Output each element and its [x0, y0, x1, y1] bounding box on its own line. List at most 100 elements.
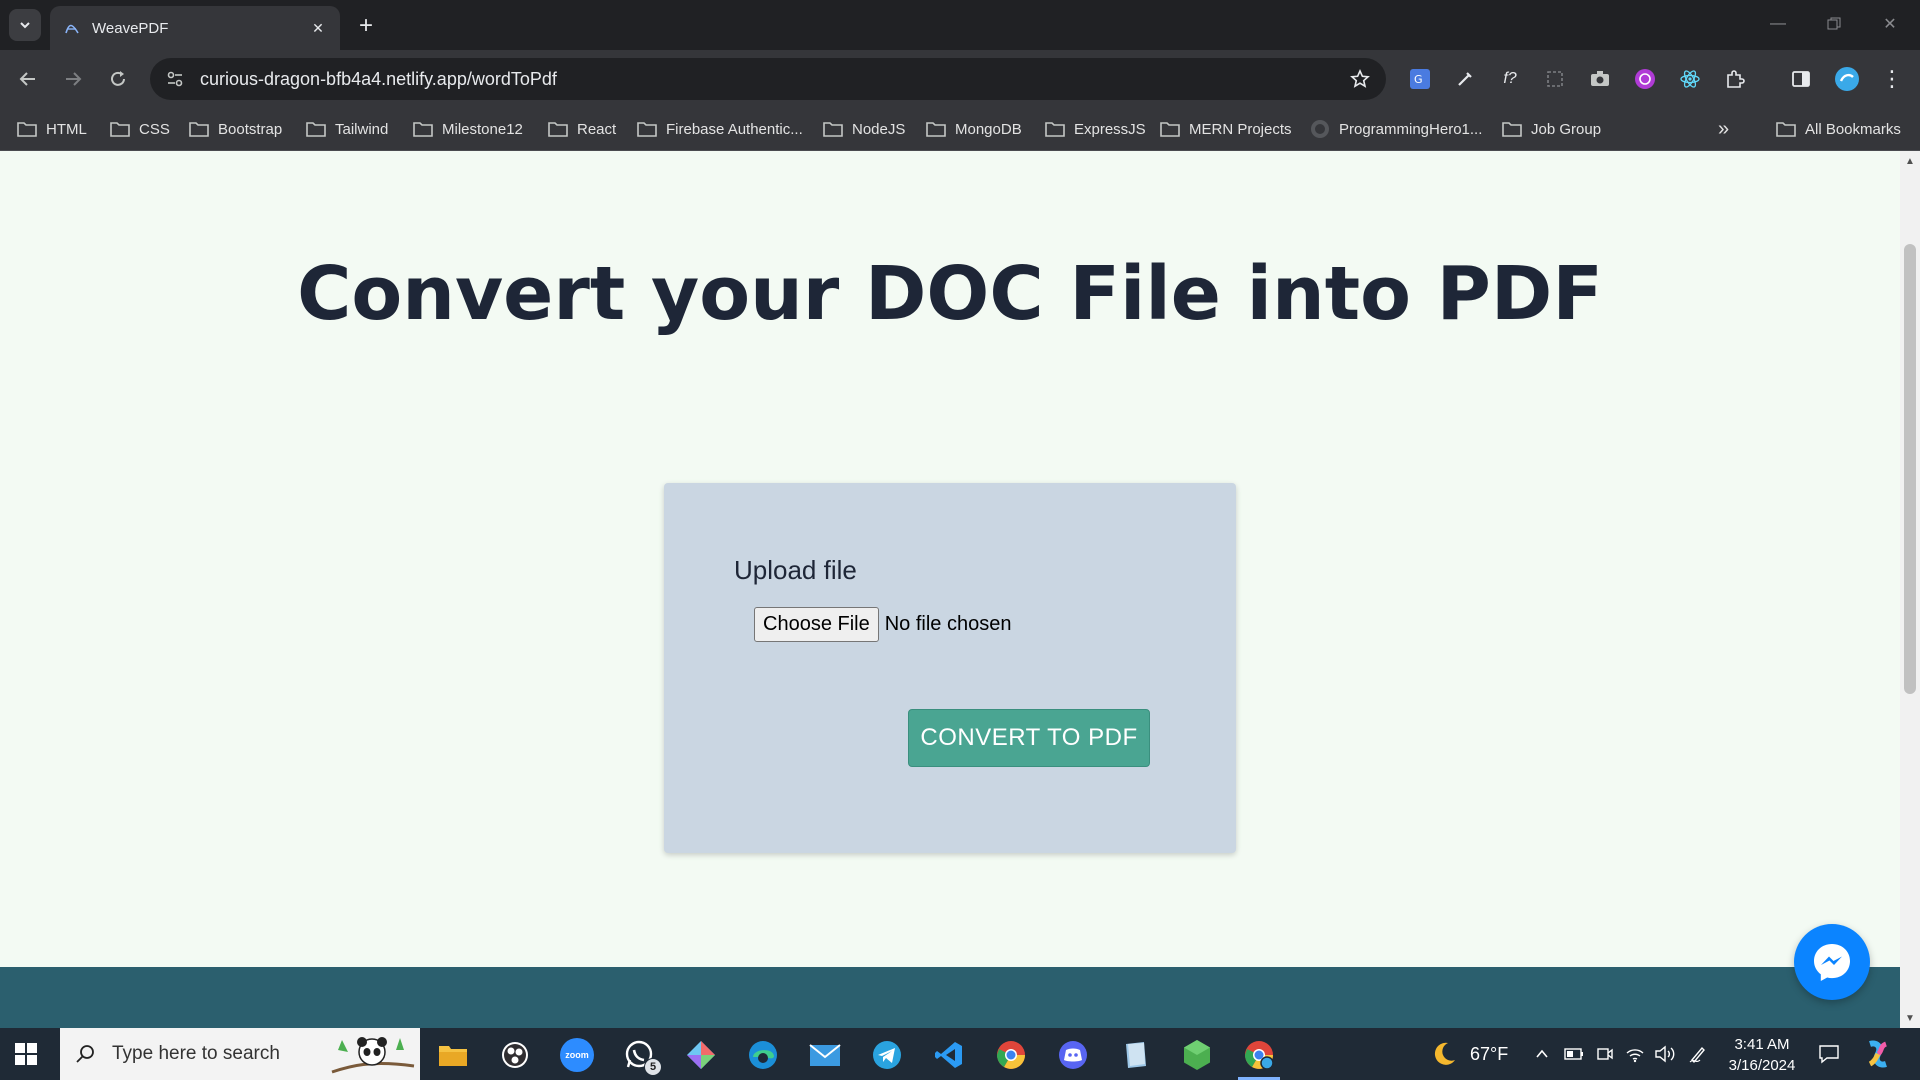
bookmark-job-group[interactable]: Job Group [1502, 118, 1601, 140]
vpn-extension-icon[interactable] [1631, 65, 1659, 93]
font-finder-icon[interactable]: f? [1496, 65, 1524, 93]
address-bar[interactable]: curious-dragon-bfb4a4.netlify.app/wordTo… [150, 58, 1386, 100]
folder-icon [110, 122, 130, 137]
scroll-down-icon[interactable]: ▼ [1904, 1012, 1916, 1024]
messenger-chat-button[interactable] [1794, 924, 1870, 1000]
footer [0, 967, 1900, 1028]
scroll-up-icon[interactable]: ▲ [1904, 155, 1916, 167]
discord-icon[interactable] [1056, 1038, 1090, 1072]
bookmark-nodejs[interactable]: NodeJS [823, 118, 905, 140]
zoom-icon[interactable]: zoom [560, 1038, 594, 1072]
obs-studio-icon[interactable] [498, 1038, 532, 1072]
chevron-up-icon [1536, 1049, 1548, 1058]
bookmark-label: ExpressJS [1074, 120, 1146, 138]
notes-app-icon[interactable] [1118, 1038, 1152, 1072]
forward-button[interactable] [58, 64, 88, 94]
meet-now-icon[interactable] [1596, 1028, 1614, 1080]
folder-icon [823, 122, 843, 137]
start-button[interactable] [12, 1040, 40, 1068]
side-panel-icon[interactable] [1787, 65, 1815, 93]
bookmark-label: ProgrammingHero1... [1339, 120, 1483, 138]
pen-menu-icon[interactable] [1688, 1028, 1708, 1080]
file-explorer-icon[interactable] [436, 1038, 470, 1072]
reload-button[interactable] [103, 64, 133, 94]
bookmark-firebase[interactable]: Firebase Authentic... [637, 118, 803, 140]
copilot-icon[interactable] [1864, 1028, 1892, 1080]
restore-icon[interactable] [1814, 8, 1854, 40]
minimize-icon[interactable]: — [1758, 8, 1798, 40]
all-bookmarks[interactable]: All Bookmarks [1776, 118, 1901, 140]
chrome-icon[interactable] [994, 1038, 1028, 1072]
folder-icon [548, 122, 568, 137]
whatsapp-icon[interactable]: 5 [622, 1038, 662, 1076]
folder-icon [1502, 122, 1522, 137]
close-window-icon[interactable]: ✕ [1870, 8, 1910, 40]
bookmark-label: Firebase Authentic... [666, 120, 803, 138]
bookmark-mongodb[interactable]: MongoDB [926, 118, 1022, 140]
bookmark-programminghero[interactable]: ProgrammingHero1... [1310, 118, 1482, 140]
bookmark-label: Job Group [1531, 120, 1602, 138]
taskbar-search[interactable]: Type here to search [60, 1028, 420, 1080]
folder-icon [1045, 122, 1065, 137]
bookmark-html[interactable]: HTML [17, 118, 87, 140]
bookmarks-bar: HTML CSS Bootstrap Tailwind Milestone12 … [0, 108, 1920, 151]
network-icon[interactable] [1625, 1028, 1645, 1080]
system-clock[interactable]: 3:41 AM 3/16/2024 [1722, 1034, 1802, 1076]
bookmark-label: CSS [139, 120, 170, 138]
mail-icon[interactable] [808, 1038, 842, 1072]
kite-app-icon[interactable] [684, 1038, 718, 1072]
moon-icon [1434, 1042, 1455, 1065]
profile-avatar-icon[interactable] [1833, 65, 1861, 93]
bookmark-milestone12[interactable]: Milestone12 [413, 118, 523, 140]
site-settings-icon[interactable] [164, 68, 186, 90]
file-input[interactable]: Choose File No file chosen [754, 607, 1011, 642]
file-status-text: No file chosen [884, 613, 1012, 635]
show-hidden-icons[interactable] [1534, 1028, 1550, 1080]
more-bookmarks-icon[interactable]: » [1718, 118, 1729, 140]
choose-file-button[interactable]: Choose File [754, 607, 879, 642]
page-scrollbar[interactable]: ▲ ▼ [1900, 151, 1920, 1028]
new-tab-button[interactable]: + [352, 12, 380, 40]
bookmark-mern-projects[interactable]: MERN Projects [1160, 118, 1292, 140]
whatsapp-badge: 5 [644, 1058, 662, 1076]
telegram-icon[interactable] [870, 1038, 904, 1072]
chevron-down-icon [20, 22, 30, 29]
nodejs-icon[interactable] [1180, 1038, 1214, 1072]
google-translate-icon[interactable]: G [1406, 65, 1434, 93]
bookmark-expressjs[interactable]: ExpressJS [1045, 118, 1146, 140]
more-menu-icon[interactable]: ⋮ [1878, 65, 1906, 93]
back-button[interactable] [13, 64, 43, 94]
all-bookmarks-label: All Bookmarks [1805, 120, 1901, 138]
battery-icon[interactable] [1564, 1028, 1584, 1080]
bookmark-label: HTML [46, 120, 87, 138]
tab-search-button[interactable] [9, 9, 41, 41]
clock-date: 3/16/2024 [1728, 1057, 1796, 1074]
github-icon [1311, 120, 1329, 138]
bookmark-react[interactable]: React [548, 118, 616, 140]
convert-to-pdf-button[interactable]: CONVERT TO PDF [908, 709, 1150, 767]
weather-widget[interactable]: 67°F [1428, 1028, 1508, 1080]
notifications-icon[interactable] [1818, 1028, 1840, 1080]
vscode-icon[interactable] [932, 1038, 966, 1072]
screenshot-selection-icon[interactable] [1541, 65, 1569, 93]
camera-icon[interactable] [1586, 65, 1614, 93]
page-content: Convert your DOC File into PDF Upload fi… [0, 151, 1900, 1028]
bookmark-css[interactable]: CSS [110, 118, 170, 140]
bookmark-bootstrap[interactable]: Bootstrap [189, 118, 282, 140]
bookmark-label: MongoDB [955, 120, 1022, 138]
color-picker-icon[interactable] [1451, 65, 1479, 93]
edge-browser-icon[interactable] [746, 1038, 780, 1072]
chrome-profile-icon[interactable] [1242, 1038, 1276, 1072]
bookmark-star-icon[interactable] [1348, 67, 1372, 91]
bookmark-tailwind[interactable]: Tailwind [306, 118, 388, 140]
volume-icon[interactable] [1654, 1028, 1676, 1080]
messenger-icon [1814, 944, 1850, 981]
scroll-thumb[interactable] [1904, 244, 1916, 694]
folder-icon [413, 122, 433, 137]
close-tab-icon[interactable]: ✕ [308, 18, 328, 38]
extensions-puzzle-icon[interactable] [1721, 65, 1749, 93]
upload-file-label: Upload file [734, 555, 857, 585]
tab-weavepdf[interactable]: WeavePDF ✕ [50, 6, 340, 50]
folder-icon [17, 122, 37, 137]
react-devtools-icon[interactable] [1676, 65, 1704, 93]
